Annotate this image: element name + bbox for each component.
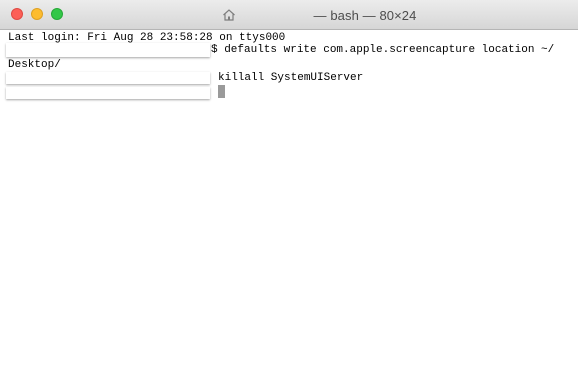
redaction-box [6, 43, 210, 57]
title-bar[interactable]: — bash — 80×24 [0, 0, 578, 30]
redaction-box [6, 72, 210, 84]
window-title: — bash — 80×24 [313, 7, 417, 23]
text-cursor [218, 85, 225, 98]
terminal-window: — bash — 80×24 Last login: Fri Aug 28 23… [0, 0, 578, 374]
home-icon [222, 8, 236, 22]
terminal-content[interactable]: Last login: Fri Aug 28 23:58:28 on ttys0… [0, 30, 578, 374]
window-title-area: — bash — 80×24 [0, 0, 578, 30]
terminal-line: $ defaults write com.apple.screencapture… [211, 44, 555, 56]
terminal-line: killall SystemUIServer [218, 72, 364, 84]
redaction-box [6, 87, 210, 99]
terminal-line: Desktop/ [8, 59, 61, 71]
